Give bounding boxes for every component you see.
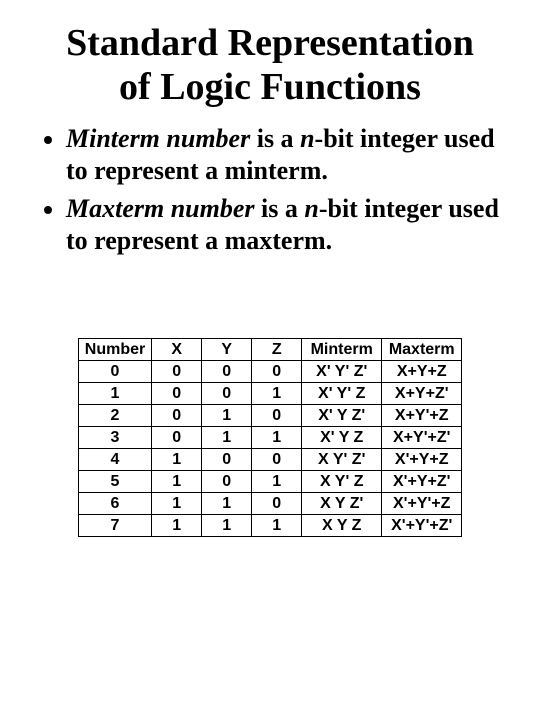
cell-minterm: X' Y' Z' — [302, 361, 382, 383]
cell-x: 1 — [152, 471, 202, 493]
cell-maxterm: X'+Y+Z — [382, 449, 462, 471]
cell-x: 1 — [152, 515, 202, 537]
table-row: 2010X' Y Z'X+Y'+Z — [78, 405, 461, 427]
cell-minterm: X' Y Z' — [302, 405, 382, 427]
cell-x: 0 — [152, 427, 202, 449]
cell-number: 5 — [78, 471, 151, 493]
table-row: 4100X Y' Z'X'+Y+Z — [78, 449, 461, 471]
table-row: 0000X' Y' Z'X+Y+Z — [78, 361, 461, 383]
table-row: 6110X Y Z'X'+Y'+Z — [78, 493, 461, 515]
cell-z: 1 — [252, 427, 302, 449]
cell-minterm: X Y' Z' — [302, 449, 382, 471]
table-row: 3011X' Y ZX+Y'+Z' — [78, 427, 461, 449]
cell-z: 1 — [252, 383, 302, 405]
cell-maxterm: X'+Y'+Z — [382, 493, 462, 515]
cell-y: 0 — [202, 383, 252, 405]
cell-maxterm: X+Y'+Z — [382, 405, 462, 427]
cell-number: 4 — [78, 449, 151, 471]
bullet-minterm: Minterm number is a n-bit integer used t… — [66, 123, 512, 186]
cell-z: 0 — [252, 449, 302, 471]
table-row: 1001X' Y' ZX+Y+Z' — [78, 383, 461, 405]
cell-maxterm: X'+Y'+Z' — [382, 515, 462, 537]
cell-maxterm: X+Y+Z' — [382, 383, 462, 405]
th-x: X — [152, 339, 202, 361]
table-header-row: Number X Y Z Minterm Maxterm — [78, 339, 461, 361]
page-title: Standard Representation of Logic Functio… — [28, 22, 512, 109]
cell-number: 3 — [78, 427, 151, 449]
cell-number: 7 — [78, 515, 151, 537]
cell-y: 0 — [202, 361, 252, 383]
cell-z: 1 — [252, 515, 302, 537]
cell-maxterm: X'+Y+Z' — [382, 471, 462, 493]
bullet-minterm-mid: is a — [250, 124, 300, 153]
cell-y: 1 — [202, 405, 252, 427]
cell-x: 1 — [152, 493, 202, 515]
cell-minterm: X Y' Z — [302, 471, 382, 493]
cell-y: 0 — [202, 449, 252, 471]
n-italic-2: n — [304, 194, 318, 223]
cell-number: 1 — [78, 383, 151, 405]
th-y: Y — [202, 339, 252, 361]
cell-x: 1 — [152, 449, 202, 471]
cell-x: 0 — [152, 383, 202, 405]
n-italic-1: n — [300, 124, 314, 153]
cell-minterm: X Y Z' — [302, 493, 382, 515]
truth-table-wrap: Number X Y Z Minterm Maxterm 0000X' Y' Z… — [28, 338, 512, 537]
cell-z: 0 — [252, 493, 302, 515]
cell-y: 1 — [202, 493, 252, 515]
th-z: Z — [252, 339, 302, 361]
table-row: 7111X Y ZX'+Y'+Z' — [78, 515, 461, 537]
cell-z: 0 — [252, 361, 302, 383]
cell-maxterm: X+Y+Z — [382, 361, 462, 383]
bullet-minterm-term: Minterm number — [66, 124, 250, 153]
cell-number: 6 — [78, 493, 151, 515]
cell-minterm: X Y Z — [302, 515, 382, 537]
cell-maxterm: X+Y'+Z' — [382, 427, 462, 449]
truth-table: Number X Y Z Minterm Maxterm 0000X' Y' Z… — [78, 338, 462, 537]
title-line-2: of Logic Functions — [119, 66, 421, 108]
cell-y: 0 — [202, 471, 252, 493]
bullet-maxterm: Maxterm number is a n-bit integer used t… — [66, 193, 512, 256]
title-line-1: Standard Representation — [66, 22, 474, 64]
table-body: 0000X' Y' Z'X+Y+Z1001X' Y' ZX+Y+Z'2010X'… — [78, 361, 461, 537]
cell-z: 1 — [252, 471, 302, 493]
cell-minterm: X' Y Z — [302, 427, 382, 449]
cell-z: 0 — [252, 405, 302, 427]
th-number: Number — [78, 339, 151, 361]
cell-y: 1 — [202, 427, 252, 449]
table-row: 5101X Y' ZX'+Y+Z' — [78, 471, 461, 493]
cell-x: 0 — [152, 405, 202, 427]
th-minterm: Minterm — [302, 339, 382, 361]
bullet-maxterm-mid: is a — [255, 194, 305, 223]
bullet-maxterm-term: Maxterm number — [66, 194, 255, 223]
cell-minterm: X' Y' Z — [302, 383, 382, 405]
cell-y: 1 — [202, 515, 252, 537]
bullet-list: Minterm number is a n-bit integer used t… — [34, 123, 512, 256]
cell-number: 2 — [78, 405, 151, 427]
th-maxterm: Maxterm — [382, 339, 462, 361]
cell-number: 0 — [78, 361, 151, 383]
cell-x: 0 — [152, 361, 202, 383]
